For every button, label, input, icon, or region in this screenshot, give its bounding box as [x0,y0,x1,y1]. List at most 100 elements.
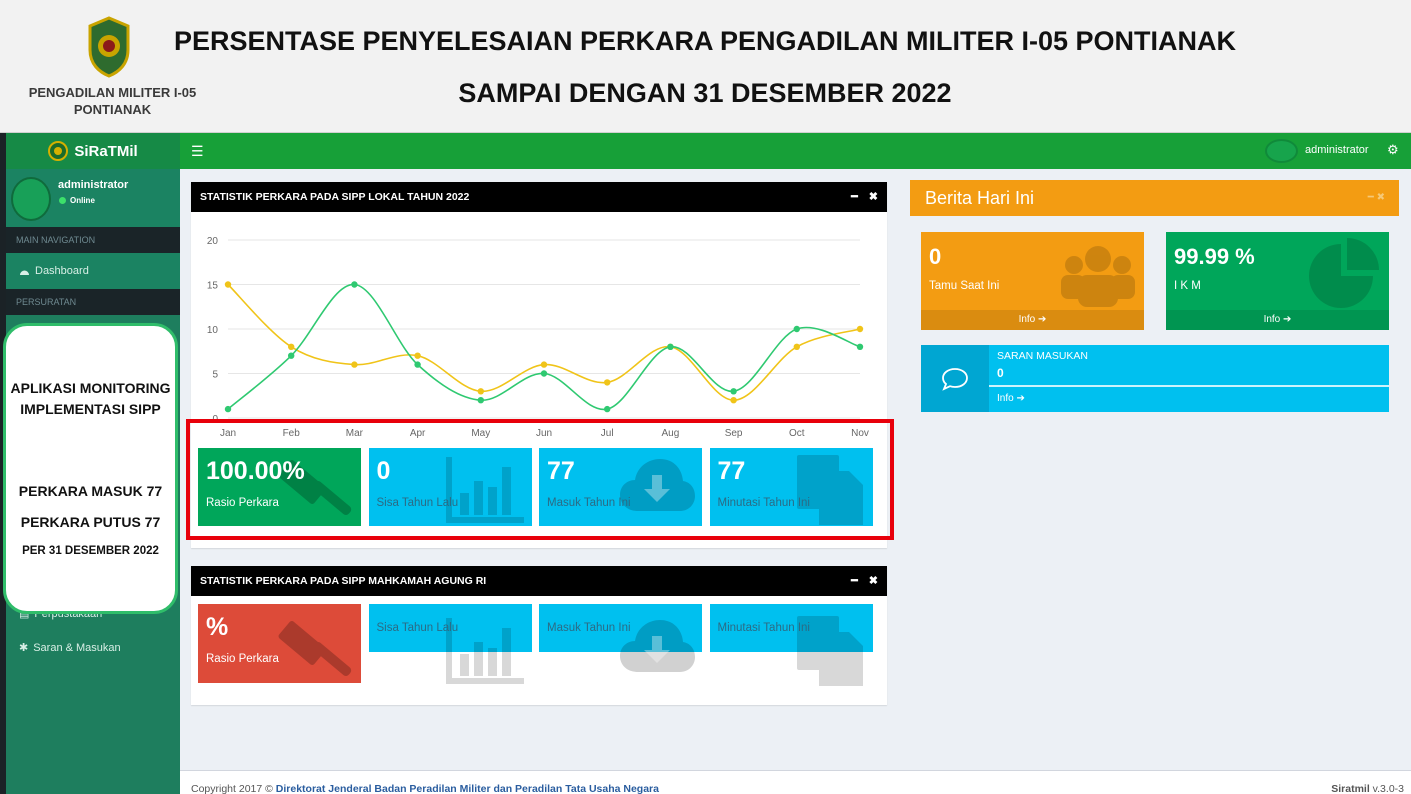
dashboard-icon [20,270,29,275]
callout-cases-decided: PERKARA PUTUS 77 [20,514,161,530]
tile-value: % [206,613,229,641]
data-point [477,388,484,395]
online-dot-icon [59,197,66,204]
pie-chart-icon [1309,238,1379,308]
page-footer: Copyright 2017 © Direktorat Jenderal Bad… [180,770,1411,794]
gavel-icon [273,614,355,699]
navbar-user-name[interactable]: administrator [1305,144,1369,156]
sidebar-header-persuratan: PERSURATAN [6,289,180,315]
tile-value: 0 [376,457,391,485]
box-tools: ━ ✖ [851,566,878,596]
saran-info-link[interactable]: Info ➔ [997,393,1025,404]
data-point [288,352,295,359]
tile-value: 77 [717,457,746,485]
arrow-circle-right-icon: ➔ [1283,314,1292,325]
sidebar-item-saran-masukan[interactable]: ✱ Saran & Masukan [6,641,180,655]
box-title: STATISTIK PERKARA PADA SIPP LOKAL TAHUN … [200,191,470,203]
sidebar-logo[interactable]: SiRaTMil [6,133,180,169]
saran-title: SARAN MASUKAN [997,350,1089,362]
minimize-icon[interactable]: ━ [851,182,858,212]
tile-label: Minutasi Tahun Ini [717,497,810,509]
ikm-label: I K M [1174,280,1201,292]
tile-label: Rasio Perkara [206,497,279,509]
data-point [224,405,232,413]
ikm-stat-box: 99.99 % I K M Info ➔ [1166,232,1389,330]
copyright-text: Copyright 2017 © [191,783,273,794]
series-line [227,283,861,411]
stat-tile: Sisa Tahun Lalu [368,604,532,684]
box-header: STATISTIK PERKARA PADA SIPP LOKAL TAHUN … [191,182,887,212]
box-tools: ━ ✖ [1368,180,1385,216]
arrow-circle-right-icon: ➔ [1016,393,1025,404]
ikm-info-link[interactable]: Info ➔ [1166,310,1389,330]
data-point [730,388,737,395]
banner-subtitle: SAMPAI DENGAN 31 DESEMBER 2022 [458,78,952,108]
box-title: STATISTIK PERKARA PADA SIPP MAHKAMAH AGU… [200,575,487,587]
menu-toggle-icon[interactable]: ☰ [191,143,204,160]
data-point [604,405,611,413]
online-status: Online [59,196,95,205]
info-label: Info [997,393,1014,404]
tile-label: Minutasi Tahun Ini [717,622,810,634]
minimize-icon[interactable]: ━ [851,566,858,596]
line-chart: 05101520Jan Feb Mar Apr May Jun Jul Aug Sep Oct No… [207,236,869,439]
y-tick-label: 15 [207,281,219,292]
data-point [856,325,864,333]
gears-icon[interactable]: ⚙ [1387,142,1399,158]
news-header: Berita Hari Ini ━ ✖ [910,180,1399,216]
sidebar-user-panel: administrator Online [6,169,180,227]
sidebar-user-name: administrator [58,179,129,191]
guest-stat-box: 0 Tamu Saat Ini Info ➔ [921,232,1144,330]
stat-tile: Masuk Tahun Ini [539,604,702,672]
footer-org-link[interactable]: Direktorat Jenderal Badan Peradilan Mili… [276,783,659,794]
box-tools: ━ ✖ [851,182,878,212]
callout-cases-in: PERKARA MASUK 77 [18,483,163,499]
sidebar-item-label: Saran & Masukan [33,641,121,654]
header-banner: PENGADILAN MILITER I-05 PONTIANAK PERSEN… [0,0,1411,133]
tile-label: Rasio Perkara [206,653,279,665]
data-point [604,379,611,386]
data-point [351,361,358,368]
saran-count: 0 [997,366,1004,380]
app-emblem-icon [48,141,69,161]
close-icon[interactable]: ✖ [869,566,878,596]
bar-chart-icon [444,453,526,526]
ikm-value: 99.99 % [1174,244,1255,269]
series-line [227,283,861,402]
data-point [793,325,800,333]
tile-value: 77 [547,457,575,485]
tile-label: Sisa Tahun Lalu [376,622,459,634]
data-point [540,370,548,377]
summary-callout: APLIKASI MONITORING IMPLEMENTASI SIPP PE… [3,323,178,614]
y-tick-label: 5 [212,370,218,381]
y-tick-label: 20 [207,236,219,247]
minimize-icon[interactable]: ━ [1368,192,1374,203]
data-point [224,281,232,288]
avatar[interactable] [1265,139,1298,163]
tile-label: Masuk Tahun Ini [547,622,631,634]
online-label: Online [70,196,95,205]
info-label: Info [1263,314,1281,325]
stat-tile: Minutasi Tahun Ini [709,604,873,686]
y-tick-label: 10 [207,325,219,336]
saran-icon-panel [921,345,989,412]
guest-info-link[interactable]: Info ➔ [921,310,1144,330]
close-icon[interactable]: ✖ [869,182,878,212]
callout-heading: APLIKASI MONITORING IMPLEMENTASI SIPP [10,380,171,417]
guest-count: 0 [929,244,942,269]
callout-date: PER 31 DESEMBER 2022 [22,545,159,557]
comment-icon [942,367,968,391]
court-emblem-logo [88,16,130,78]
files-icon [795,453,867,526]
box-header: STATISTIK PERKARA PADA SIPP MAHKAMAH AGU… [191,566,887,596]
news-title: Berita Hari Ini [925,188,1035,208]
sidebar-item-dashboard[interactable]: Dashboard [6,253,180,289]
top-navbar: ☰ administrator ⚙ [180,133,1411,169]
arrow-circle-right-icon: ➔ [1038,314,1047,325]
data-point [793,343,800,350]
users-icon [1061,246,1135,307]
data-point [288,343,295,350]
saran-masukan-box: SARAN MASUKAN 0 Info ➔ [921,345,1389,412]
close-icon[interactable]: ✖ [1377,192,1385,203]
tile-value: 100.00% [206,457,305,485]
